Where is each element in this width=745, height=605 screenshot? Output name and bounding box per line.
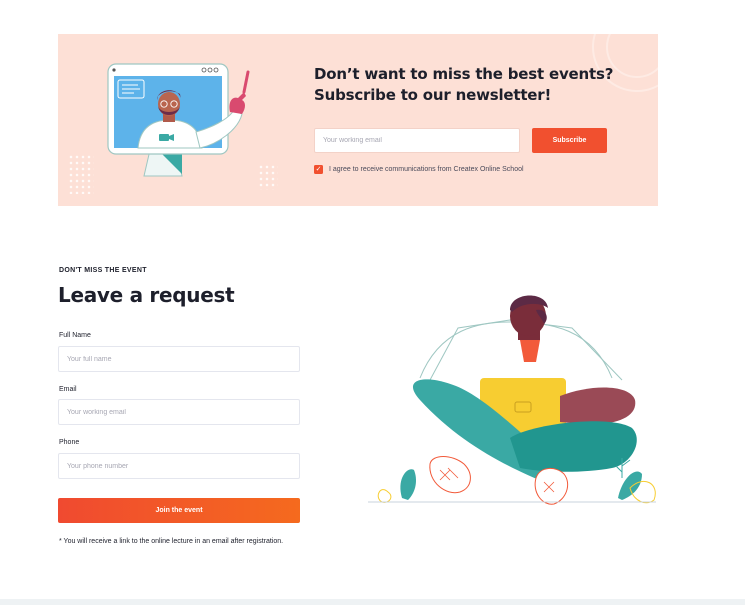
newsletter-heading-line1: Don’t want to miss the best events? [314, 65, 614, 83]
footer-strip [0, 599, 745, 605]
join-event-button[interactable]: Join the event [58, 498, 300, 523]
email-label: Email [59, 386, 77, 393]
form-eyebrow: DON'T MISS THE EVENT [59, 267, 147, 274]
checkbox-checked-icon[interactable]: ✓ [314, 165, 323, 174]
decorative-dots [258, 164, 278, 190]
phone-label: Phone [59, 439, 80, 446]
phone-input[interactable] [58, 453, 300, 479]
webinar-illustration [107, 63, 250, 177]
newsletter-email-input[interactable] [314, 128, 520, 153]
newsletter-heading: Don’t want to miss the best events? Subs… [314, 64, 614, 106]
full-name-input[interactable] [58, 346, 300, 372]
registration-note: * You will receive a link to the online … [59, 538, 284, 545]
subscribe-button[interactable]: Subscribe [532, 128, 607, 153]
full-name-label: Full Name [59, 332, 91, 339]
agree-consent[interactable]: ✓ I agree to receive communications from… [314, 165, 524, 174]
decorative-dots [68, 154, 94, 194]
newsletter-banner: Don’t want to miss the best events? Subs… [58, 34, 658, 206]
video-camera-icon [159, 134, 174, 141]
newsletter-heading-line2: Subscribe to our newsletter! [314, 86, 552, 104]
form-title: Leave a request [58, 283, 235, 307]
email-input[interactable] [58, 399, 300, 425]
agree-label: I agree to receive communications from C… [329, 166, 524, 173]
person-laptop-illustration [368, 295, 656, 505]
